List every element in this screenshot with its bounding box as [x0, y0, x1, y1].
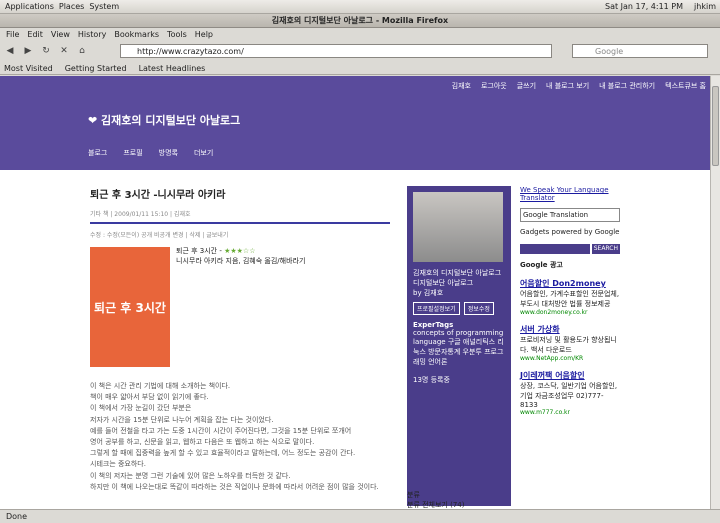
topbar-link[interactable]: 김재호 [452, 81, 471, 91]
vertical-scrollbar[interactable] [710, 76, 720, 509]
right-sidebar: We Speak Your Language Translator Google… [520, 186, 620, 416]
category-heading: 분류 [407, 491, 420, 499]
divider [90, 222, 390, 224]
subscriber-count: 13명 등록중 [413, 376, 450, 384]
system-menu[interactable]: System [89, 2, 119, 11]
body-line: 이 책의 저자는 분명 그런 기술에 있어 많은 노하우를 터득한 것 같다. [90, 471, 291, 480]
gnome-panel: Applications Places System Sat Jan 17, 4… [0, 0, 720, 14]
menu-item[interactable]: Tools [167, 30, 187, 39]
forward-button[interactable]: ▶ [20, 43, 36, 59]
topbar-link[interactable]: 글쓰기 [517, 81, 536, 91]
user-name[interactable]: jhkim [694, 2, 716, 11]
clock[interactable]: Sat Jan 17, 4:11 PM [605, 2, 683, 11]
menu-item[interactable]: Help [195, 30, 213, 39]
profile-sidebar: 김재호의 디지털보단 아날로그 디지털보단 아날로그 by 김재호 프로필설정보… [407, 186, 511, 506]
blog-topbar: 김재호 로그아웃 글쓰기 내 블로그 보기 내 블로그 관리하기 텍스트큐브 홈 [452, 81, 706, 91]
blog-title[interactable]: ❤ 김재호의 디지털보단 아날로그 [88, 112, 240, 128]
scroll-thumb[interactable] [712, 86, 719, 166]
tag-cloud[interactable]: concepts of programming language 구글 애널리틱… [413, 329, 505, 367]
body-line: 이 책은 시간 관리 기법에 대해 소개하는 책이다. [90, 382, 231, 390]
book-author: 니시무라 아키라 지음, 김혜숙 옮김/해바라기 [176, 256, 306, 265]
post: 퇴근 후 3시간 -니시무라 아키라 기타 책 | 2009/01/11 15:… [90, 186, 390, 493]
blog-tab[interactable]: 방명록 [159, 148, 178, 158]
url-bar[interactable]: http://www.crazytazo.com/ [120, 44, 552, 58]
ad-url[interactable]: www.m777.co.kr [520, 409, 620, 416]
topbar-link[interactable]: 텍스트큐브 홈 [665, 81, 706, 91]
post-meta: 기타 책 | 2009/01/11 15:10 | 김재호 [90, 211, 191, 218]
ad-url[interactable]: www.don2money.co.kr [520, 309, 620, 316]
body-line: 저자가 시간을 15분 단위로 나누어 계획을 잡는 다는 것이었다. [90, 415, 274, 424]
ad-text: 상장, 코스닥, 일반기업 어음할인, 기업 자금조성업무 02)777-813… [520, 382, 618, 409]
body-line: 시테크는 중요하다. [90, 460, 146, 469]
book-cover[interactable]: 퇴근 후 3시간 [90, 247, 170, 367]
search-input[interactable]: Google [572, 44, 708, 58]
status-bar: Done [0, 509, 720, 523]
post-edit-tools[interactable]: 수정 : 수정(모든이) 공개 비공개 변경 | 삭제 | 글보내기 [90, 230, 390, 239]
places-menu[interactable]: Places [59, 2, 84, 11]
blog-tab[interactable]: 블로그 [88, 148, 107, 158]
ad-title[interactable]: 서버 가상화 [520, 324, 620, 335]
bookmarks-toolbar: Most Visited Getting Started Latest Headli… [0, 62, 720, 75]
menu-item[interactable]: Edit [27, 30, 43, 39]
book-block: 퇴근 후 3시간 퇴근 후 3시간 - ★★★☆☆ 니시무라 아키라 지음, 김… [90, 247, 390, 367]
blog-tab[interactable]: 프로필 [123, 148, 142, 158]
book-title[interactable]: 퇴근 후 3시간 - ★★★☆☆ [176, 247, 305, 257]
home-button[interactable]: ⌂ [74, 43, 90, 59]
body-line: 하지만 이 책에 나오는대로 똑같이 따라하는 것은 직업이나 문화에 따라서 … [90, 482, 379, 491]
profile-edit-button[interactable]: 정보수정 [463, 302, 494, 315]
book-info: 퇴근 후 3시간 - ★★★☆☆ 니시무라 아키라 지음, 김혜숙 옮김/해바라… [176, 247, 305, 367]
ad-text: 프로비저닝 및 활용도가 향상됩니다. 백서 다운로드 [520, 336, 617, 354]
ad-block: J이레꺼팩 어음할인 상장, 코스닥, 일반기업 어음할인, 기업 자금조성업무 … [520, 370, 620, 416]
profile-name: 김재호의 디지털보단 아날로그 [413, 269, 502, 277]
bookmark-item[interactable]: Most Visited [4, 64, 53, 73]
profile-by: by 김재호 [413, 289, 444, 297]
ad-title[interactable]: J이레꺼팩 어음할인 [520, 370, 620, 381]
ad-block: 서버 가상화 프로비저닝 및 활용도가 향상됩니다. 백서 다운로드 www.Net… [520, 324, 620, 362]
menu-item[interactable]: History [78, 30, 106, 39]
body-line: 책이 매우 얇아서 부담 없이 읽기에 좋다. [90, 393, 209, 402]
body-line: 예를 들어 전철을 타고 가는 도중 1시간이 시간이 주어진다면, 그것을 1… [90, 426, 352, 435]
window-title: 김재호의 디지털보단 아날로그 - Mozilla Firefox [0, 14, 720, 28]
menu-item[interactable]: File [6, 30, 19, 39]
topbar-link[interactable]: 내 블로그 관리하기 [599, 81, 655, 91]
tags-heading: ExperTags [413, 321, 454, 329]
bookmark-item[interactable]: Getting Started [65, 64, 127, 73]
body-line: 영어 공부를 하고, 신문을 읽고, 웹하고 다음은 또 웹하고 하는 식으로 … [90, 437, 315, 446]
blog-tabs: 블로그 프로필 방명록 더보기 [88, 148, 213, 158]
translator-link[interactable]: We Speak Your Language Translator [520, 186, 620, 202]
ad-block: 어음할인 Don2money 어음할인, 가계수표할인 전문업체, 부도시 대처방… [520, 278, 620, 316]
topbar-link[interactable]: 로그아웃 [481, 81, 507, 91]
applications-menu[interactable]: Applications [5, 2, 54, 11]
page-viewport: 김재호 로그아웃 글쓰기 내 블로그 보기 내 블로그 관리하기 텍스트큐브 홈 ❤ 김재… [0, 76, 710, 509]
menu-item[interactable]: View [51, 30, 70, 39]
ad-text: 어음할인, 가계수표할인 전문업체, 부도시 대처방안 법률 정보제공 [520, 290, 620, 308]
search-button[interactable]: SEARCH [591, 244, 620, 254]
category-list: 분류분류 전체보기 (74)디지털보단 아날로그 (19)아름다운 영서(원서읽… [407, 490, 511, 509]
translation-select[interactable]: Google Translation [520, 208, 620, 222]
blog-search-input[interactable] [520, 244, 590, 254]
menu-item[interactable]: Bookmarks [114, 30, 159, 39]
post-title[interactable]: 퇴근 후 3시간 -니시무라 아키라 [90, 186, 390, 201]
category-item[interactable]: 분류 전체보기 (74) [407, 500, 511, 509]
stop-button[interactable]: ✕ [56, 43, 72, 59]
menu-bar: File Edit View History Bookmarks Tools Help [0, 28, 720, 41]
profile-view-button[interactable]: 프로필설정보기 [413, 302, 460, 315]
profile-desc: 디지털보단 아날로그 [413, 279, 474, 287]
ads-label: Google 광고 [520, 261, 563, 269]
gadget-credit[interactable]: Gadgets powered by Google [520, 228, 620, 236]
body-line: 그렇게 할 때에 집중력을 높게 할 수 있고 효율적이라고 말하는데, 어느 … [90, 449, 356, 458]
topbar-link[interactable]: 내 블로그 보기 [546, 81, 589, 91]
bookmark-item[interactable]: Latest Headlines [139, 64, 206, 73]
blog-header: 김재호 로그아웃 글쓰기 내 블로그 보기 내 블로그 관리하기 텍스트큐브 홈 ❤ 김재… [0, 76, 710, 170]
ad-title[interactable]: 어음할인 Don2money [520, 278, 620, 289]
blog-tab[interactable]: 더보기 [194, 148, 213, 158]
back-button[interactable]: ◀ [2, 43, 18, 59]
ad-url[interactable]: www.NetApp.com/KR [520, 355, 620, 362]
reload-button[interactable]: ↻ [38, 43, 54, 59]
body-line: 이 책에서 가장 눈길이 갔던 부분은 [90, 404, 192, 413]
post-body: 이 책은 시간 관리 기법에 대해 소개하는 책이다. 책이 매우 얇아서 부담 … [90, 381, 390, 493]
profile-photo [413, 192, 503, 262]
